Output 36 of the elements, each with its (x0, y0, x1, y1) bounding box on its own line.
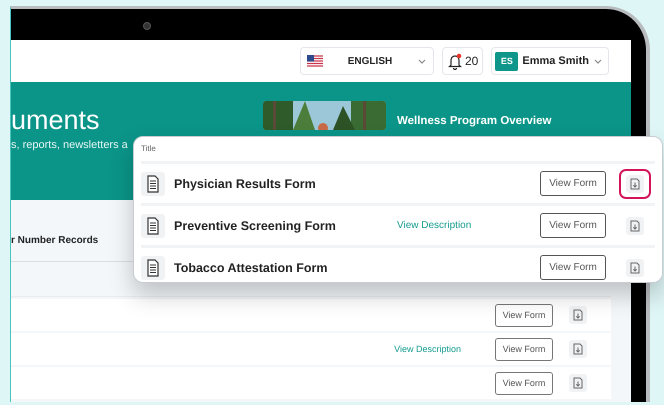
view-form-button[interactable]: View Form (495, 338, 553, 360)
bell-icon (447, 52, 463, 70)
notification-count: 20 (465, 54, 478, 68)
download-icon (626, 216, 644, 234)
notifications-button[interactable]: 20 (442, 47, 484, 75)
feature-title: Wellness Program Overview (397, 115, 552, 129)
flag-icon (307, 55, 323, 67)
view-form-button[interactable]: View Form (495, 372, 553, 394)
download-icon (569, 340, 587, 358)
document-icon (141, 172, 165, 196)
view-form-button[interactable]: View Form (540, 213, 606, 238)
form-title: Tobacco Attestation Form (174, 260, 328, 274)
download-icon (626, 174, 644, 192)
page-title: uments (11, 105, 101, 135)
document-icon (141, 214, 165, 238)
download-icon (569, 306, 587, 324)
view-description-link[interactable]: View Description (394, 344, 461, 354)
form-title: Physician Results Form (174, 176, 317, 190)
form-title: Preventive Screening Form (174, 218, 337, 232)
view-form-button[interactable]: View Form (495, 304, 553, 326)
view-form-button[interactable]: View Form (540, 255, 606, 280)
camera (143, 22, 151, 30)
user-menu[interactable]: ES Emma Smith (491, 47, 609, 75)
download-icon (569, 374, 587, 392)
download-icon (626, 258, 644, 276)
document-icon (141, 256, 165, 280)
user-avatar: ES (495, 52, 518, 70)
column-header: Title (141, 144, 655, 164)
user-name: Emma Smith (522, 55, 589, 67)
chevron-down-icon (417, 56, 427, 66)
language-select[interactable]: ENGLISH (300, 47, 434, 75)
chevron-down-icon (593, 56, 603, 66)
view-form-button[interactable]: View Form (540, 171, 606, 196)
column-header: r Number Records (11, 235, 98, 246)
language-label: ENGLISH (346, 56, 394, 66)
page-subtitle: s, reports, newsletters a (11, 139, 128, 151)
